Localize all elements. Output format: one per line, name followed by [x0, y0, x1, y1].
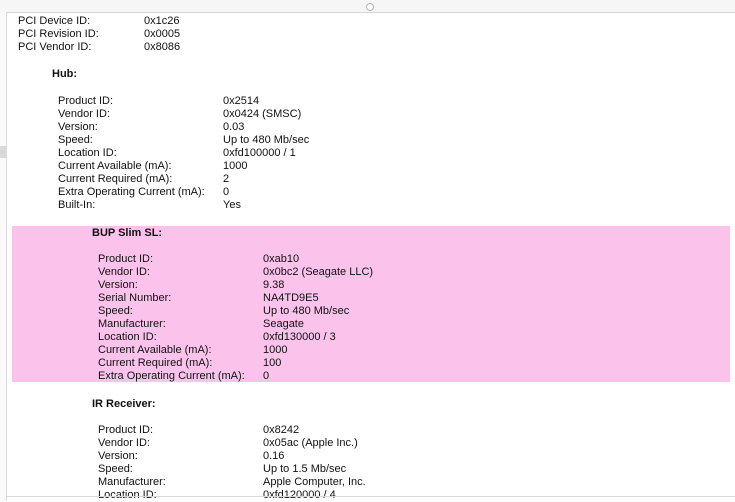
info-value: Up to 480 Mb/sec: [223, 134, 310, 146]
info-value: 0x8086: [144, 41, 181, 53]
info-key: Extra Operating Current (mA):: [58, 186, 205, 198]
info-key: Manufacturer:: [98, 318, 166, 330]
info-key: Extra Operating Current (mA):: [98, 370, 245, 382]
info-key: Version:: [58, 121, 98, 133]
info-value: Up to 480 Mb/sec: [263, 305, 350, 317]
info-key: PCI Device ID:: [18, 15, 91, 27]
info-key: PCI Vendor ID:: [18, 41, 92, 53]
info-key: Product ID:: [58, 95, 114, 107]
info-value: 0.03: [223, 121, 245, 133]
info-key: Vendor ID:: [98, 266, 150, 278]
info-key: Current Available (mA):: [98, 344, 212, 356]
info-key: Version:: [98, 279, 138, 291]
info-value: 0x0424 (SMSC): [223, 108, 302, 120]
info-value: Apple Computer, Inc.: [263, 476, 366, 488]
info-value: 0x2514: [223, 95, 260, 107]
info-value: 0x8242: [263, 424, 300, 436]
info-key: Built-In:: [58, 199, 96, 211]
device-heading-bup-slim[interactable]: BUP Slim SL:: [92, 227, 162, 240]
splitter-handle-icon[interactable]: [366, 3, 374, 11]
info-key: Location ID:: [58, 147, 117, 159]
info-value: 0x0005: [144, 28, 181, 40]
info-value: NA4TD9E5: [263, 292, 319, 304]
info-key: PCI Revision ID:: [18, 28, 99, 40]
info-value: 0xfd100000 / 1: [223, 147, 296, 159]
info-value: 0xfd130000 / 3: [263, 331, 336, 343]
info-value: Yes: [223, 199, 241, 211]
info-key: Vendor ID:: [98, 437, 150, 449]
info-value: Up to 1.5 Mb/sec: [263, 463, 347, 475]
left-divider: [0, 12, 7, 501]
info-value: 2: [223, 173, 230, 185]
device-heading-hub[interactable]: Hub:: [52, 68, 77, 81]
info-key: Serial Number:: [98, 292, 172, 304]
info-key: Version:: [98, 450, 138, 462]
info-key: Product ID:: [98, 253, 154, 265]
info-value: 0x0bc2 (Seagate LLC): [263, 266, 374, 278]
info-key: Product ID:: [98, 424, 154, 436]
info-value: 1000: [263, 344, 288, 356]
info-value: 100: [263, 357, 282, 369]
info-value: 0.16: [263, 450, 285, 462]
info-value: 0xab10: [263, 253, 300, 265]
info-key: Manufacturer:: [98, 476, 166, 488]
info-key: Vendor ID:: [58, 108, 110, 120]
info-value: 9.38: [263, 279, 285, 291]
info-value: 0x05ac (Apple Inc.): [263, 437, 358, 449]
splitter-bar[interactable]: [0, 0, 735, 13]
info-key: Current Required (mA):: [58, 173, 173, 185]
info-key: Current Required (mA):: [98, 357, 213, 369]
device-heading-ir-receiver[interactable]: IR Receiver:: [92, 398, 156, 411]
info-value: 0: [223, 186, 230, 198]
info-value: 0: [263, 370, 270, 382]
left-resize-marker[interactable]: [0, 146, 6, 158]
info-key: Location ID:: [98, 331, 157, 343]
bottom-divider: [6, 496, 735, 497]
info-value: 1000: [223, 160, 248, 172]
info-value: Seagate: [263, 318, 304, 330]
info-key: Speed:: [98, 463, 133, 475]
info-key: Speed:: [58, 134, 93, 146]
info-value: 0x1c26: [144, 15, 180, 27]
info-key: Current Available (mA):: [58, 160, 172, 172]
info-key: Speed:: [98, 305, 133, 317]
